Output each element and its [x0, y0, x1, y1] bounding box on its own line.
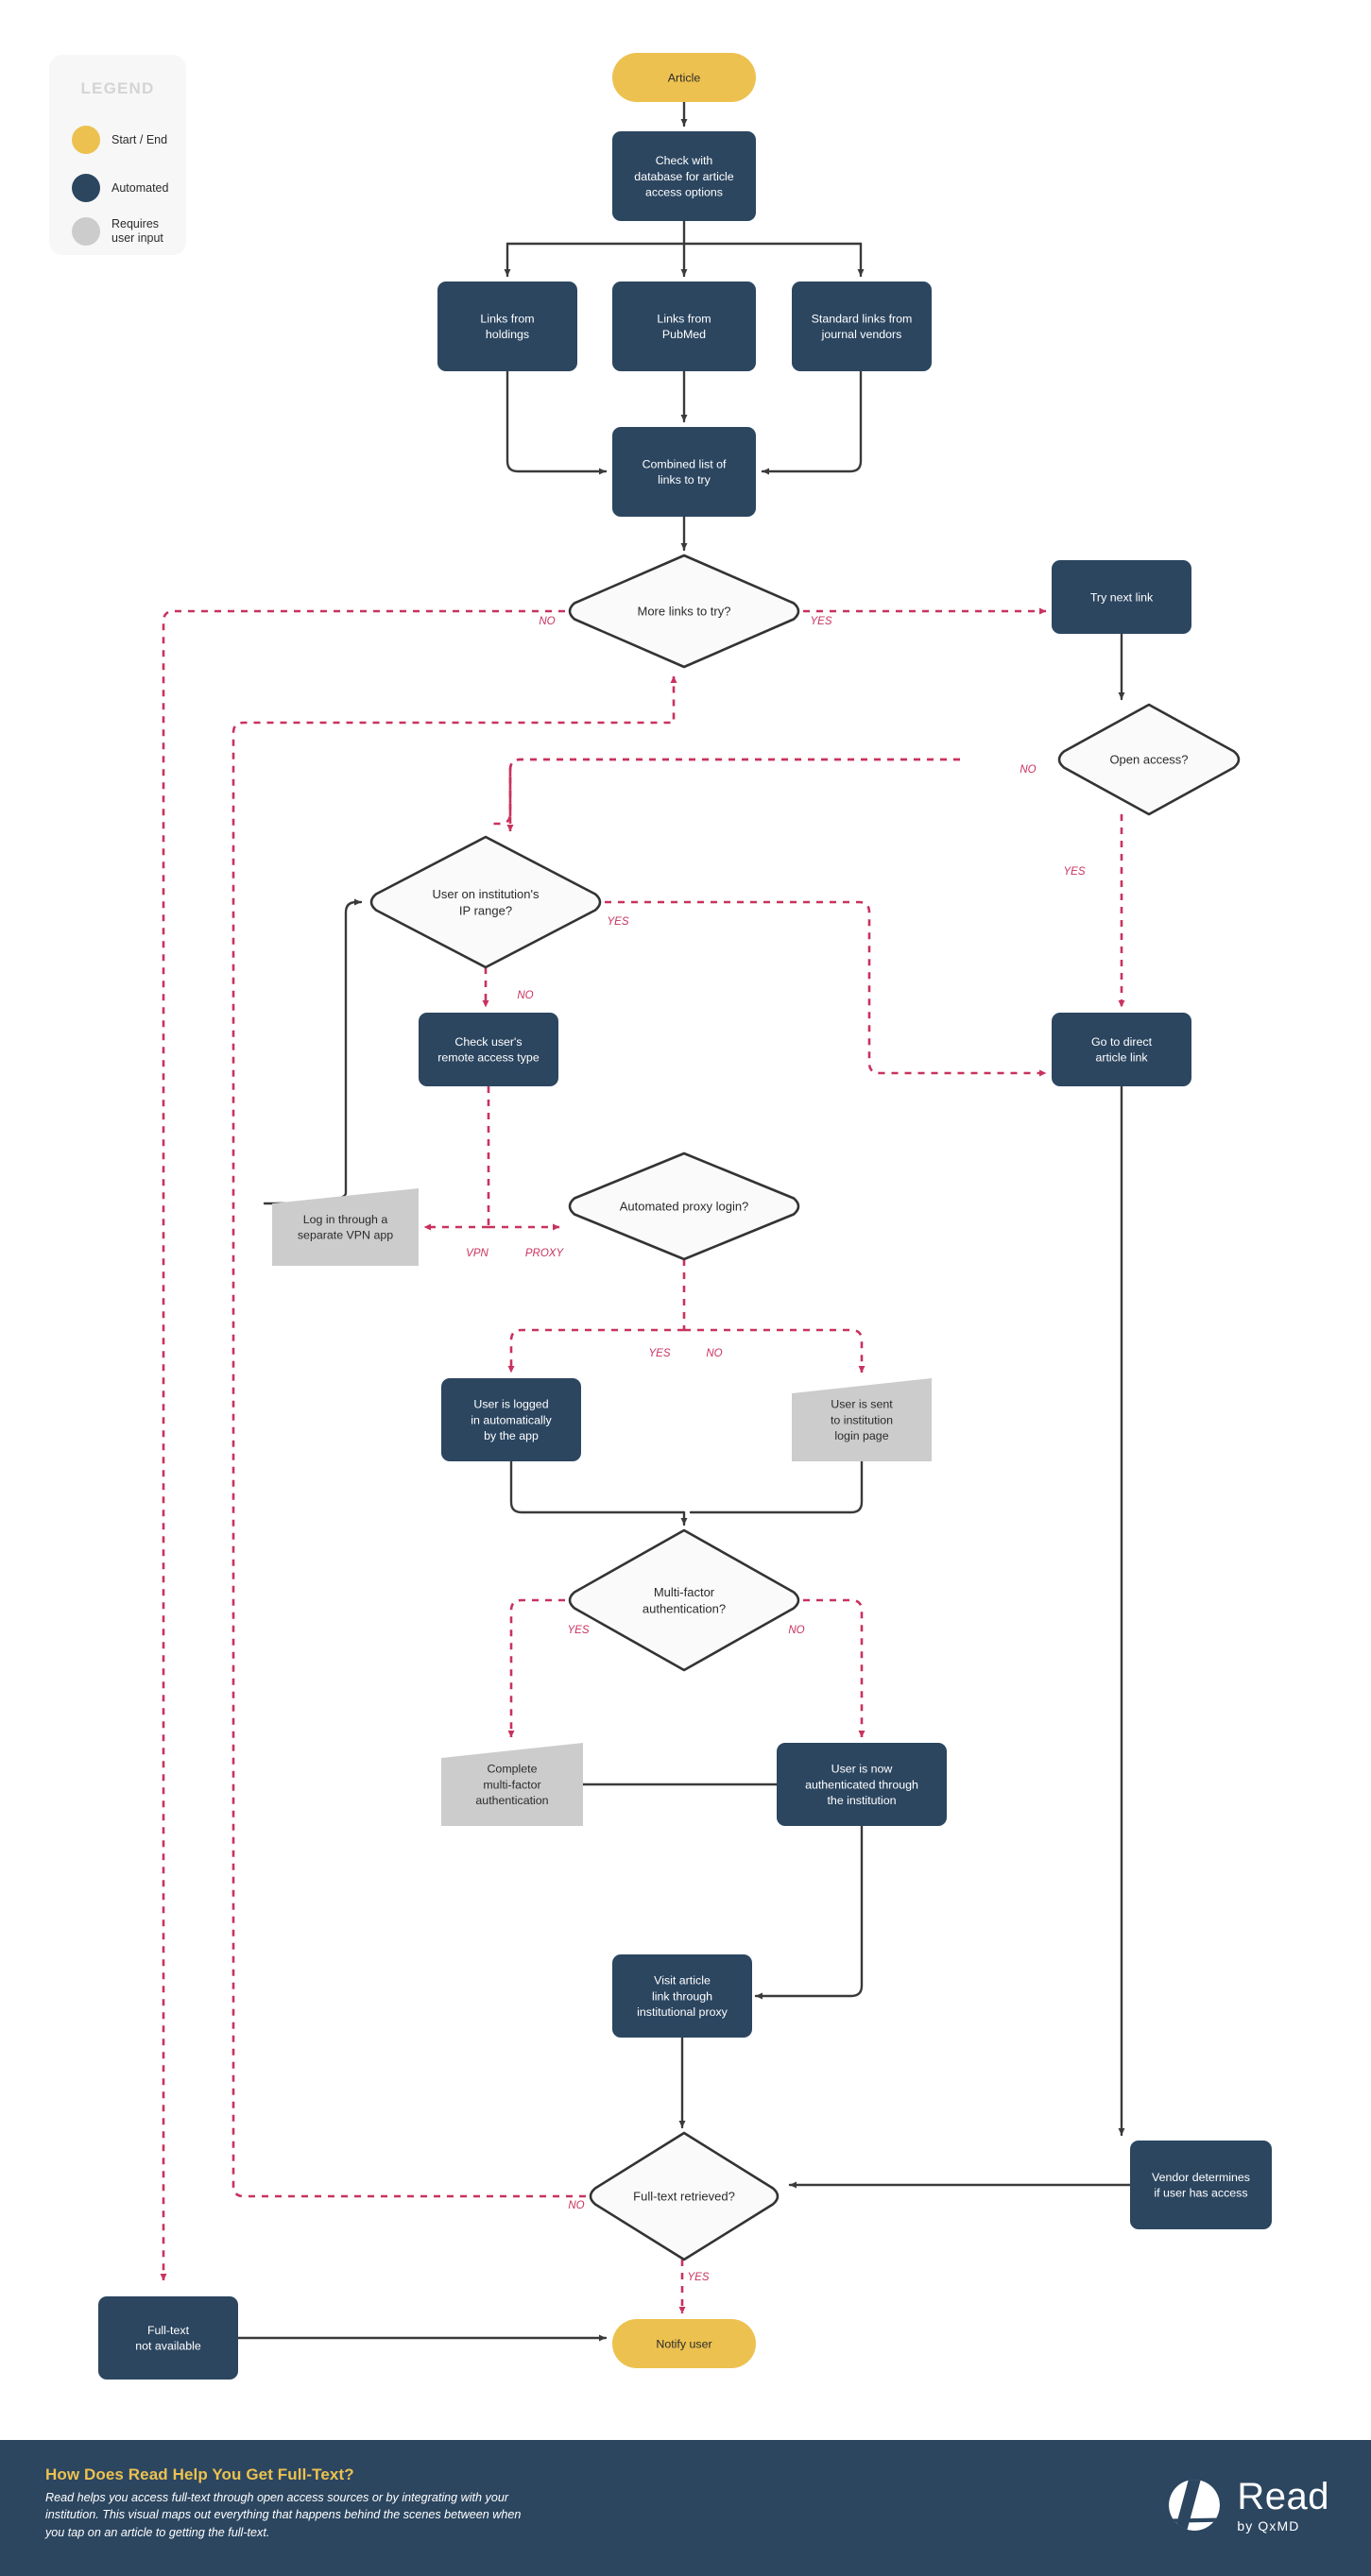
legend-item-start-end: Start / End: [72, 126, 167, 154]
flowchart-svg: Article Check with database for article acc…: [98, 53, 1272, 2380]
legend-label-start-end: Start / End: [111, 132, 168, 146]
node-combined[interactable]: Combined list of links to try: [612, 427, 756, 517]
edge-label-no-9: NO: [706, 1348, 722, 1359]
edge-openaccess-iprange: [506, 758, 960, 832]
node-login_page[interactable]: User is sent to institution login page: [792, 1378, 932, 1461]
node-authenticated[interactable]: User is now authenticated through the inst…: [777, 1743, 947, 1826]
node-notify[interactable]: Notify user: [612, 2319, 756, 2368]
node-shape: [568, 1152, 800, 1261]
legend-panel: LEGEND Start / End Automated Requires use…: [49, 55, 186, 255]
read-logo-text: Read by QxMD: [1237, 2478, 1329, 2533]
legend-label-user-input: Requires user input: [111, 217, 163, 245]
node-fulltext_q[interactable]: Full-text retrieved?: [589, 2131, 780, 2261]
edge-label-no-12: NO: [568, 2200, 584, 2211]
node-shape: [612, 131, 756, 221]
node-links_vendors[interactable]: Standard links from journal vendors: [792, 281, 932, 371]
edge-openaccess-no-run: [490, 758, 960, 826]
read-logo-name: Read: [1237, 2476, 1329, 2517]
footer-description: Read helps you access full-text through …: [45, 2491, 522, 2539]
edge-label-no-5: NO: [517, 990, 533, 1001]
node-more_links[interactable]: More links to try?: [568, 554, 800, 669]
node-shape: [612, 281, 756, 371]
node-shape: [589, 2131, 780, 2261]
node-not_available[interactable]: Full-text not available: [98, 2296, 238, 2380]
flowchart-canvas: Article Check with database for article acc…: [0, 0, 1371, 2576]
node-shape: [272, 1188, 419, 1266]
edge-label-yes-10: YES: [567, 1625, 589, 1636]
node-proxy_login[interactable]: Automated proxy login?: [568, 1152, 800, 1261]
edge-loginpage-mfa: [689, 1459, 864, 1514]
edge-mfa-yes: [507, 1598, 565, 1738]
node-shape: [612, 2319, 756, 2368]
node-shape: [1052, 1013, 1191, 1086]
node-links_pubmed[interactable]: Links from PubMed: [612, 281, 756, 371]
node-shape: [419, 1013, 558, 1086]
edge-group-dashed: [160, 607, 1125, 2314]
legend-swatch-automated: [72, 174, 100, 202]
node-shape: [98, 2296, 238, 2380]
read-mark-icon: [1169, 2480, 1221, 2531]
edge-loggedauto-mfa: [509, 1459, 688, 1527]
node-complete_mfa[interactable]: Complete multi-factor authentication: [441, 1743, 583, 1826]
node-shape: [612, 427, 756, 517]
legend-item-automated: Automated: [72, 174, 168, 202]
node-mfa[interactable]: Multi-factor authentication?: [568, 1528, 800, 1672]
node-remote_type[interactable]: Check user's remote access type: [419, 1013, 558, 1086]
legend-title: LEGEND: [80, 79, 155, 97]
legend-label-automated: Automated: [111, 180, 169, 195]
edge-label-yes-4: YES: [607, 916, 628, 928]
edge-vpn-iprange: [263, 898, 363, 1205]
node-shape: [437, 281, 577, 371]
edge-authenticated-visitproxy: [754, 1824, 864, 2000]
node-shape: [612, 1954, 752, 2038]
edge-label-yes-3: YES: [1063, 866, 1085, 878]
node-ip_range[interactable]: User on institution's IP range?: [369, 835, 602, 969]
node-vpn_app[interactable]: Log in through a separate VPN app: [272, 1188, 419, 1266]
edge-holdings-combined: [506, 369, 608, 475]
node-shape: [612, 53, 756, 102]
edge-mfa-no: [803, 1598, 865, 1738]
node-visit_proxy[interactable]: Visit article link through institutional p…: [612, 1954, 752, 2038]
read-logo: Read by QxMD: [1165, 2476, 1329, 2534]
node-shape: [441, 1378, 581, 1461]
legend-item-user-input: Requires user input: [72, 217, 163, 246]
node-open_access[interactable]: Open access?: [1057, 703, 1241, 816]
legend-swatch-start-end: [72, 126, 100, 154]
legend-swatch-user-input: [72, 217, 100, 246]
edge-checkdb-bus: [506, 219, 863, 246]
read-logo-sub: by QxMD: [1237, 2518, 1300, 2533]
edge-label-no-0: NO: [539, 616, 555, 627]
node-vendor[interactable]: Vendor determines if user has access: [1130, 2141, 1272, 2229]
node-shape: [792, 1378, 932, 1461]
node-shape: [777, 1743, 947, 1826]
node-direct_link[interactable]: Go to direct article link: [1052, 1013, 1191, 1086]
node-shape: [792, 281, 932, 371]
node-logged_auto[interactable]: User is logged in automatically by the app: [441, 1378, 581, 1461]
node-shape: [1052, 560, 1191, 634]
node-shape: [441, 1743, 583, 1826]
node-shape: [1130, 2141, 1272, 2229]
edge-vendors-combined: [761, 369, 863, 475]
node-shape: [369, 835, 602, 969]
node-check_db[interactable]: Check with database for article access opt…: [612, 131, 756, 221]
edge-label-vpn-6: VPN: [466, 1248, 488, 1259]
node-article[interactable]: Article: [612, 53, 756, 102]
node-links_holdings[interactable]: Links from holdings: [437, 281, 577, 371]
footer-bar: How Does Read Help You Get Full-Text? Re…: [0, 2440, 1371, 2576]
edge-label-no-11: NO: [788, 1625, 804, 1636]
node-try_next[interactable]: Try next link: [1052, 560, 1191, 634]
node-shape: [568, 554, 800, 669]
node-shape: [568, 1528, 800, 1672]
node-shape: [1057, 703, 1241, 816]
footer-title: How Does Read Help You Get Full-Text?: [45, 2465, 354, 2483]
edge-iprange-yes: [605, 900, 1047, 1077]
edge-label-yes-13: YES: [687, 2272, 709, 2283]
edge-label-no-2: NO: [1020, 764, 1036, 776]
edge-label-yes-8: YES: [648, 1348, 670, 1359]
edge-label-proxy-7: PROXY: [525, 1248, 565, 1259]
edge-label-yes-1: YES: [810, 616, 831, 627]
